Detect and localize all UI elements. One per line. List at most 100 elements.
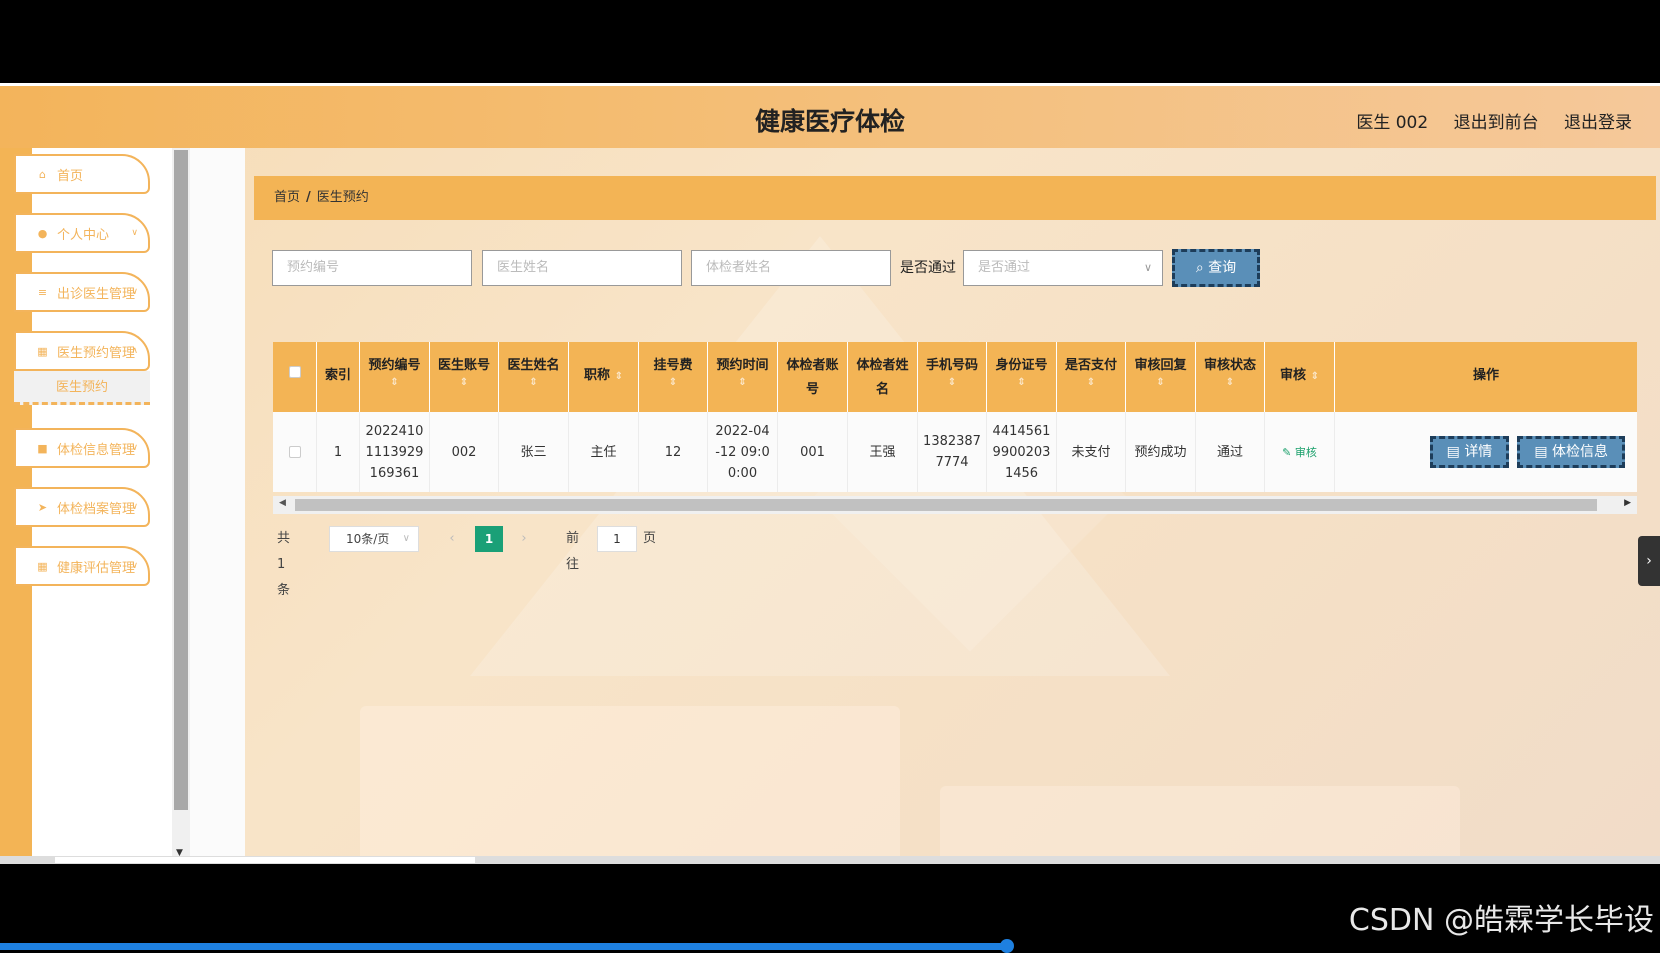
clipboard-icon: ■: [37, 441, 48, 455]
sidebar-subitem-appointment[interactable]: 医生预约: [14, 371, 150, 405]
video-progress-bar[interactable]: [0, 943, 1008, 950]
cell-reply: 预约成功: [1126, 412, 1196, 492]
goto-page-input[interactable]: 1: [597, 526, 637, 552]
col-header: 操作: [1472, 368, 1499, 383]
cell-audit: ✎ 审核: [1265, 412, 1335, 492]
document-icon: ▤: [1446, 444, 1460, 460]
col-header[interactable]: 审核回复 ⇕: [1126, 342, 1196, 412]
breadcrumb-home[interactable]: 首页: [274, 190, 300, 205]
table-header: 索引 预约编号 ⇕ 医生账号 ⇕ 医生姓名 ⇕ 职称 ⇕ 挂号费 ⇕ 预约时间 ⇕ 体检者…: [273, 342, 1637, 412]
scrollbar-thumb[interactable]: [174, 150, 188, 810]
sidebar-item-health-eval[interactable]: ▦ 健康评估管理 ∨: [14, 546, 150, 586]
col-header-label: 挂号费: [653, 358, 693, 373]
watermark: CSDN @皓霖学长毕设: [1348, 903, 1654, 938]
chevron-down-icon: ∨: [131, 443, 138, 453]
col-header-label: 医生姓名: [507, 358, 560, 373]
search-icon: ⌕: [1195, 260, 1204, 276]
sort-icon[interactable]: ⇕: [1196, 378, 1264, 388]
approved-select-placeholder: 是否通过: [978, 260, 1031, 275]
query-button-label: 查询: [1208, 260, 1237, 276]
col-header[interactable]: 体检者账号: [778, 342, 848, 412]
col-header[interactable]: 体检者姓名: [848, 342, 918, 412]
cell-fee: 12: [639, 412, 708, 492]
sort-icon[interactable]: ⇕: [499, 378, 568, 388]
sidebar-scrollbar[interactable]: ▼: [172, 148, 190, 864]
page-number[interactable]: 1: [475, 526, 503, 552]
sidebar-item-label: 首页: [57, 168, 84, 184]
booking-no-input[interactable]: 预约编号: [272, 250, 472, 286]
col-header[interactable]: 职称 ⇕: [569, 342, 639, 412]
col-header[interactable]: 是否支付 ⇕: [1057, 342, 1126, 412]
col-header-label: 审核: [1280, 368, 1307, 383]
sort-icon[interactable]: ⇕: [1311, 371, 1319, 382]
page-size-select[interactable]: 10条/页 ∨: [329, 526, 419, 552]
cell-title: 主任: [569, 412, 639, 492]
patient-name-input[interactable]: 体检者姓名: [691, 250, 891, 286]
table-horizontal-scrollbar[interactable]: ◀ ▶: [273, 496, 1637, 514]
sidebar-item-profile[interactable]: ● 个人中心 ∨: [14, 213, 150, 253]
col-header[interactable]: 医生姓名 ⇕: [499, 342, 569, 412]
sidebar-item-exam-info[interactable]: ■ 体检信息管理 ∨: [14, 428, 150, 468]
col-header: 索引: [317, 342, 360, 412]
sort-icon[interactable]: ⇕: [639, 378, 707, 388]
col-header-label: 手机号码: [925, 358, 978, 373]
page-horizontal-scrollbar[interactable]: [0, 856, 1660, 864]
sort-icon[interactable]: ⇕: [987, 378, 1056, 388]
col-header[interactable]: 医生账号 ⇕: [430, 342, 499, 412]
col-header[interactable]: 审核 ⇕: [1265, 342, 1335, 412]
sidebar-item-home[interactable]: ⌂ 首页: [14, 154, 150, 194]
sort-icon[interactable]: ⇕: [615, 371, 623, 382]
app-window: 健康医疗体检 医生 002 退出到前台 退出登录 ▼ ⌂ 首页 ● 个人中心 ∨…: [0, 86, 1660, 864]
logout-link[interactable]: 退出登录: [1564, 113, 1632, 133]
sidebar-item-appointments[interactable]: ▦ 医生预约管理 ∧: [14, 331, 150, 371]
col-header[interactable]: 挂号费 ⇕: [639, 342, 708, 412]
chevron-down-icon: ∨: [1143, 261, 1152, 274]
sort-icon[interactable]: ⇕: [918, 378, 986, 388]
sidebar-item-exam-archive[interactable]: ➤ 体检档案管理 ∨: [14, 487, 150, 527]
sort-icon[interactable]: ⇕: [360, 378, 429, 388]
back-to-front-link[interactable]: 退出到前台: [1454, 113, 1539, 133]
query-button[interactable]: ⌕ 查询: [1172, 249, 1260, 287]
side-expand-tab[interactable]: ›: [1638, 536, 1660, 586]
cell-id-no: 4414561 9900203 1456: [987, 412, 1057, 492]
scroll-right-arrow[interactable]: ▶: [1624, 498, 1631, 508]
row-checkbox[interactable]: [288, 446, 301, 458]
sort-icon[interactable]: ⇕: [430, 378, 498, 388]
bg-decoration: [940, 786, 1460, 864]
scroll-left-arrow[interactable]: ◀: [279, 498, 286, 508]
goto-label: 前往: [566, 531, 580, 572]
audit-link[interactable]: ✎ 审核: [1282, 442, 1317, 463]
chevron-down-icon: ∨: [131, 502, 138, 512]
col-header[interactable]: 手机号码 ⇕: [918, 342, 987, 412]
col-header[interactable]: 预约编号 ⇕: [360, 342, 430, 412]
sidebar-item-label: 体检档案管理: [57, 501, 136, 517]
sidebar-item-doctors[interactable]: ≡ 出诊医生管理 ∨: [14, 272, 150, 312]
col-header[interactable]: 预约时间 ⇕: [708, 342, 778, 412]
grid-icon: ▦: [37, 344, 48, 358]
scrollbar-thumb[interactable]: [295, 499, 1597, 511]
sort-icon[interactable]: ⇕: [708, 378, 777, 388]
col-header-label: 审核状态: [1203, 358, 1256, 373]
chevron-down-icon: ∨: [131, 228, 138, 238]
detail-button[interactable]: ▤ 详情: [1429, 436, 1510, 468]
select-all-checkbox[interactable]: [288, 366, 301, 378]
col-header-label: 是否支付: [1064, 358, 1117, 373]
prev-page-button[interactable]: ‹: [439, 526, 465, 552]
current-user[interactable]: 医生 002: [1356, 113, 1428, 133]
sort-icon[interactable]: ⇕: [1126, 378, 1195, 388]
approved-select[interactable]: 是否通过 ∨: [963, 250, 1163, 286]
next-page-button[interactable]: ›: [511, 526, 537, 552]
header-links: 医生 002 退出到前台 退出登录: [1336, 108, 1632, 133]
col-header[interactable]: 身份证号 ⇕: [987, 342, 1057, 412]
col-header-label: 体检者姓名: [856, 358, 909, 397]
col-header-label: 身份证号: [995, 358, 1048, 373]
sort-icon[interactable]: ⇕: [1057, 378, 1125, 388]
breadcrumb-current: 医生预约: [316, 190, 369, 205]
video-progress-handle[interactable]: [1000, 939, 1014, 953]
detail-button-label: 详情: [1464, 444, 1493, 460]
exam-info-button[interactable]: ▤ 体检信息: [1517, 436, 1625, 468]
col-header-label: 预约时间: [716, 358, 769, 373]
doctor-name-input[interactable]: 医生姓名: [482, 250, 682, 286]
scrollbar-thumb[interactable]: [55, 857, 475, 863]
col-header[interactable]: 审核状态 ⇕: [1196, 342, 1265, 412]
